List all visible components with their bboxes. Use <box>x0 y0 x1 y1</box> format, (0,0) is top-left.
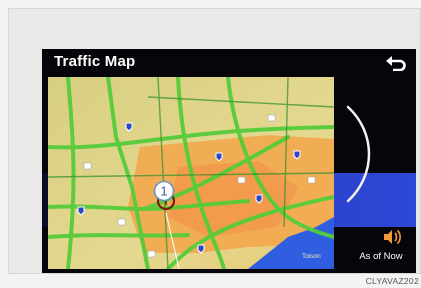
figure-code: CLYAVAZ202 <box>365 276 419 286</box>
speaker-icon[interactable] <box>382 227 402 247</box>
water-label: Tolson <box>302 253 321 260</box>
figure-frame: Traffic Map 1 Tolson As of Now <box>8 8 421 274</box>
screen-title: Traffic Map <box>54 53 136 70</box>
back-button[interactable] <box>382 52 410 74</box>
back-arrow-icon <box>386 56 406 71</box>
scroll-indicator[interactable] <box>338 105 382 203</box>
callout-1: 1 <box>153 180 175 202</box>
status-text: As of Now <box>359 251 403 262</box>
navigation-screen: Traffic Map 1 Tolson As of Now <box>42 49 416 273</box>
svg-text:1: 1 <box>160 184 167 199</box>
traffic-map[interactable]: 1 2 Tolson <box>48 77 334 269</box>
